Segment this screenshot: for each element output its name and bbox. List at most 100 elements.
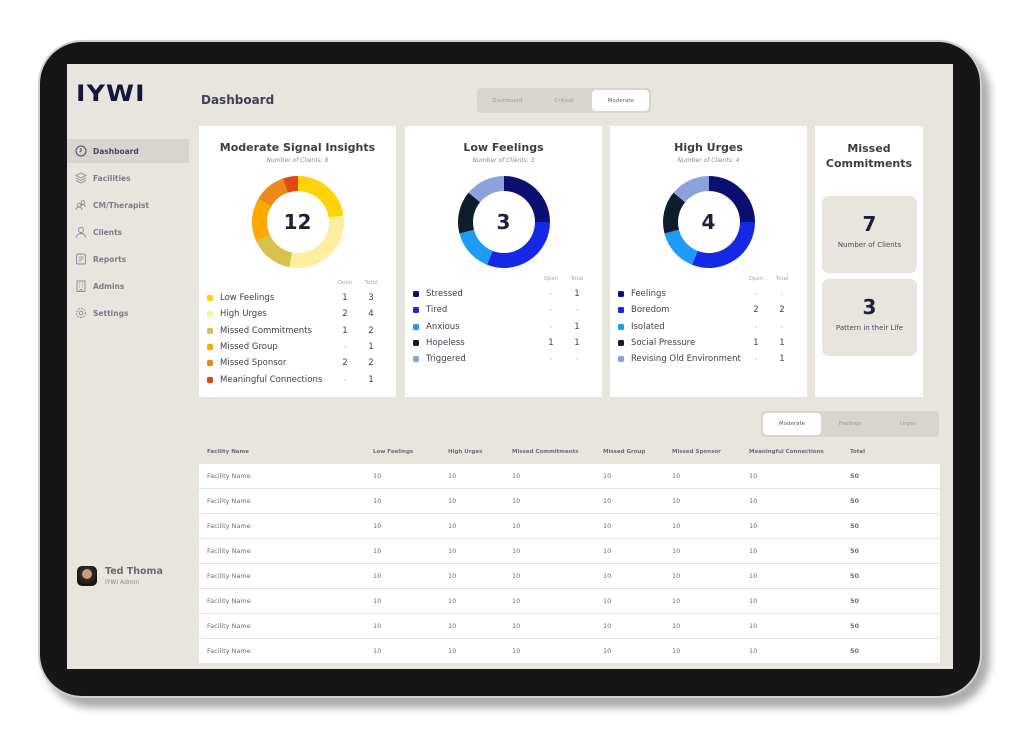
stat-label: Number of Clients [837,241,902,249]
table-row[interactable]: Facility Name 10 10 10 10 10 10 50 [199,539,940,563]
column-header[interactable]: High Urges [448,449,512,455]
report-icon [75,253,87,265]
column-header[interactable]: Meaningful Connections [749,449,850,455]
legend-label: Boredom [631,305,670,316]
sidebar-item-facilities[interactable]: Facilities [67,166,189,190]
user-role: IYWI Admin [105,579,140,586]
column-header[interactable]: Missed Group [603,449,672,455]
table-cell: 10 [448,647,457,655]
stat-number-of-clients: 7 Number of Clients [822,196,917,273]
legend-item: Triggered - - [413,351,590,367]
table-cell: 50 [850,522,860,530]
table-row[interactable]: Facility Name 10 10 10 10 10 10 50 [199,564,940,588]
legend-item: Tired - - [413,302,590,318]
table-cell: 10 [448,472,457,480]
total-count: - [780,289,784,300]
sidebar-item-reports[interactable]: Reports [67,247,189,271]
legend-color-swatch [413,291,419,298]
legend-label: Anxious [426,321,460,332]
open-count: 1 [342,325,348,336]
table-cell: 50 [850,647,860,655]
sidebar-item-label: Clients [93,227,123,237]
user-profile[interactable]: Ted Thoma IYWI Admin [77,566,163,586]
sidebar-nav: Dashboard Facilities CM/Therapist Client… [67,139,189,328]
sidebar-item-dashboard[interactable]: Dashboard [67,139,189,163]
legend-item: Stressed - 1 [413,286,590,302]
tab-moderate-filter[interactable]: Moderate [763,413,821,435]
sidebar-item-label: Settings [93,308,129,318]
legend-item: High Urges 2 4 [207,306,384,322]
open-count: - [549,289,553,300]
total-count: 1 [574,338,580,349]
total-count: 2 [368,358,374,369]
table-cell: 10 [603,597,612,605]
table-row[interactable]: Facility Name 10 10 10 10 10 10 50 [199,639,940,663]
facility-name-cell: Facility Name [207,622,251,630]
facility-name-cell: Facility Name [207,522,251,530]
sidebar-item-clients[interactable]: Clients [67,220,189,244]
table-cell: 10 [512,497,521,505]
legend-item: Missed Commitments 1 2 [207,323,384,339]
sidebar-item-settings[interactable]: Settings [67,301,189,325]
open-count: 2 [342,309,348,320]
table-cell: 10 [512,547,521,555]
legend-color-swatch [207,327,213,334]
card-title: High Urges [674,141,743,154]
card-title-line: Missed [847,142,891,155]
open-column-label: Open [748,276,764,282]
table-cell: 10 [512,622,521,630]
table-row[interactable]: Facility Name 10 10 10 10 10 10 50 [199,514,940,538]
card-high-urges: High Urges Number of Clients: 4 4 Open To… [610,126,807,397]
column-header[interactable]: Facility Name [199,449,373,455]
column-header[interactable]: Missed Sponsor [672,449,749,455]
table-cell: 50 [850,622,860,630]
table-cell: 10 [749,647,758,655]
table-cell: 10 [749,547,758,555]
table-cell: 10 [373,472,382,480]
legend-table: Open Total Feelings - - Boredom 2 2 Isolated - - So… [618,276,795,367]
table-cell: 10 [672,622,681,630]
table-cell: 10 [603,647,612,655]
legend-table: Open Total Low Feelings 1 3 High Urges 2 4 Misse… [207,280,384,388]
card-low-feelings: Low Feelings Number of Clients: 3 3 Open… [405,126,602,397]
column-header[interactable]: Low Feelings [373,449,448,455]
tab-urges-filter[interactable]: Urges [879,413,937,435]
legend-label: Meaningful Connections [220,374,323,385]
table-row[interactable]: Facility Name 10 10 10 10 10 10 50 [199,464,940,488]
total-count: 2 [779,305,785,316]
tab-moderate[interactable]: Moderate [592,90,650,111]
total-count: 2 [368,325,374,336]
facility-name-cell: Facility Name [207,472,251,480]
column-header[interactable]: Missed Commitments [512,449,603,455]
tab-critical[interactable]: Critical [536,90,593,111]
table-cell: 10 [672,497,681,505]
legend-item: Feelings - - [618,286,795,302]
table-cell: 10 [448,497,457,505]
sidebar-item-cm-therapist[interactable]: CM/Therapist [67,193,189,217]
table-cell: 10 [448,597,457,605]
table-row[interactable]: Facility Name 10 10 10 10 10 10 50 [199,614,940,638]
table-row[interactable]: Facility Name 10 10 10 10 10 10 50 [199,589,940,613]
table-cell: 10 [512,472,521,480]
table-cell: 10 [448,572,457,580]
table-cell: 10 [749,472,758,480]
total-count: 4 [368,309,374,320]
tab-dashboard[interactable]: Dashboard [479,90,536,111]
legend-item: Anxious - 1 [413,319,590,335]
legend-item: Hopeless 1 1 [413,335,590,351]
legend-label: Isolated [631,321,665,332]
tab-feelings-filter[interactable]: Feelings [821,413,879,435]
sidebar-item-label: Facilities [93,173,131,183]
legend-label: Missed Commitments [220,325,312,336]
legend-label: Revising Old Environment [631,354,741,365]
table-row[interactable]: Facility Name 10 10 10 10 10 10 50 [199,489,940,513]
total-column-label: Total [570,276,584,282]
total-count: 1 [574,321,580,332]
sidebar-item-admins[interactable]: Admins [67,274,189,298]
table-cell: 10 [672,472,681,480]
table-cell: 10 [448,522,457,530]
column-header[interactable]: Total [850,449,940,455]
gear-icon [75,307,87,319]
table-cell: 10 [603,522,612,530]
facility-table: Facility Name Low Feelings High Urges Mi… [199,440,940,664]
